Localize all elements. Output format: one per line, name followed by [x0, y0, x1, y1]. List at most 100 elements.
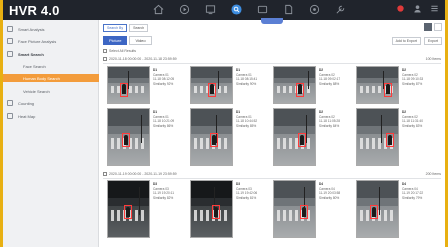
result-card[interactable]: D4 Camera 04 11-19 20:03:58 Similarity 80%	[273, 180, 346, 238]
detection-box	[296, 83, 304, 97]
result-thumbnail[interactable]	[190, 108, 233, 166]
search-chip[interactable]: Search	[129, 24, 149, 32]
detection-box	[208, 83, 216, 97]
detection-box	[370, 205, 378, 219]
list-view-button[interactable]	[434, 23, 442, 31]
search-toolbar: Search By Search	[103, 24, 149, 32]
sidebar-item-human-body-search[interactable]: Human Body Search	[3, 74, 99, 82]
home-icon[interactable]	[153, 4, 164, 15]
result-card[interactable]: D1 Camera 01 11-18 10:21:09 Similarity 86%	[107, 108, 180, 166]
grid-view-button[interactable]	[424, 23, 432, 31]
result-time: 11-18 10:21:09	[153, 119, 175, 123]
result-score: Similarity 82%	[153, 195, 174, 200]
result-score: Similarity 88%	[319, 81, 340, 86]
result-meta: D2 Camera 02 11-18 11:05:28 Similarity 84%	[319, 110, 340, 128]
result-thumbnail[interactable]	[273, 108, 316, 166]
sidebar-item-label: Face Search	[23, 63, 46, 69]
maintenance-icon[interactable]	[335, 4, 346, 15]
app-window: HVR 4.0 Smart Analysis Face Picture Anal…	[3, 0, 445, 247]
result-card[interactable]: D3 Camera 03 11-19 19:20:11 Similarity 82%	[107, 180, 180, 238]
storage-icon[interactable]	[257, 4, 268, 15]
analysis-icon	[7, 26, 13, 32]
top-bar: HVR 4.0	[3, 0, 445, 24]
detection-box	[386, 133, 394, 147]
result-score: Similarity 80%	[319, 195, 340, 200]
group-header-2[interactable]: 2020-11-19 00:00:00 - 2020-11-19 23:59:5…	[103, 172, 177, 177]
result-time: 11-19 20:03:58	[319, 191, 341, 195]
select-all-checkbox[interactable]: Select All Results	[103, 49, 137, 54]
sidebar-item-smart-analysis[interactable]: Smart Analysis	[3, 25, 99, 33]
result-thumbnail[interactable]	[356, 108, 399, 166]
pole	[381, 114, 382, 143]
sidebar-item-face-search[interactable]: Face Search	[3, 62, 99, 70]
group-count-1: 100 Items	[425, 57, 441, 61]
sidebar-item-counting[interactable]: Counting	[3, 99, 99, 107]
search-by-chip[interactable]: Search By	[103, 24, 128, 32]
add-to-export-button[interactable]: Add to Export	[391, 37, 421, 45]
export-button[interactable]: Export	[423, 37, 442, 45]
result-card[interactable]: D3 Camera 03 11-19 19:42:06 Similarity 81%	[190, 180, 263, 238]
face-icon	[7, 38, 13, 44]
result-score: Similarity 92%	[153, 81, 174, 86]
file-icon[interactable]	[283, 4, 294, 15]
result-card[interactable]: D2 Camera 02 11-18 09:02:17 Similarity 88%	[273, 66, 346, 104]
playback-icon[interactable]	[179, 4, 190, 15]
background	[108, 181, 149, 198]
sidebar-item-heat-map[interactable]: Heat Map	[3, 112, 99, 120]
sidebar-group-smart-search[interactable]: Smart Search	[3, 50, 99, 58]
pole	[218, 70, 219, 89]
select-all-label: Select All Results	[109, 49, 137, 53]
tab-picture[interactable]: Picture	[103, 36, 128, 45]
result-time: 11-18 11:05:28	[319, 119, 340, 123]
search-folder-icon	[7, 51, 13, 57]
top-right-icons	[396, 4, 439, 13]
sidebar-item-label: Vehicle Search	[23, 88, 50, 94]
detection-box	[212, 205, 220, 219]
result-thumbnail[interactable]	[273, 180, 316, 238]
sidebar-item-label: Smart Analysis	[18, 26, 45, 32]
user-icon[interactable]	[413, 4, 422, 13]
background	[274, 181, 315, 198]
background	[274, 109, 315, 126]
tab-video[interactable]: Video	[129, 36, 152, 45]
result-time: 11-18 09:10:33	[402, 77, 424, 81]
result-actions: Add to Export Export	[391, 37, 442, 45]
result-meta: D2 Camera 02 11-18 09:10:33 Similarity 87%	[402, 68, 423, 86]
result-card[interactable]: D2 Camera 02 11-18 11:31:40 Similarity 83%	[356, 108, 429, 166]
alarm-icon[interactable]	[396, 4, 405, 13]
sidebar-item-vehicle-search[interactable]: Vehicle Search	[3, 87, 99, 95]
result-meta: D3 Camera 03 11-19 19:42:06 Similarity 81%	[236, 182, 257, 200]
monitor-icon[interactable]	[205, 4, 216, 15]
result-card[interactable]: D1 Camera 01 11-18 08:15:41 Similarity 90%	[190, 66, 263, 104]
result-thumbnail[interactable]	[356, 180, 399, 238]
background	[357, 181, 398, 198]
group-header-label: 2020-11-18 00:00:00 - 2020-11-18 23:59:5…	[109, 57, 177, 61]
search-icon[interactable]	[231, 4, 242, 15]
group-header-1[interactable]: 2020-11-18 00:00:00 - 2020-11-18 23:59:5…	[103, 57, 177, 62]
result-card[interactable]: D2 Camera 02 11-18 09:10:33 Similarity 87%	[356, 66, 429, 104]
result-card[interactable]: D1 Camera 01 11-18 10:44:52 Similarity 85%	[190, 108, 263, 166]
settings-icon[interactable]	[309, 4, 320, 15]
pole	[141, 114, 142, 143]
result-card[interactable]: D1 Camera 01 11-18 08:12:05 Similarity 92%	[107, 66, 180, 104]
result-thumbnail[interactable]	[190, 66, 233, 104]
result-card[interactable]: D4 Camera 04 11-19 20:17:22 Similarity 79%	[356, 180, 429, 238]
result-meta: D3 Camera 03 11-19 19:20:11 Similarity 82%	[153, 182, 174, 200]
result-time: 11-19 20:17:22	[402, 191, 424, 195]
sidebar-item-face-picture-analysis[interactable]: Face Picture Analysis	[3, 37, 99, 45]
menu-icon[interactable]	[430, 4, 439, 13]
result-thumbnail[interactable]	[107, 66, 150, 104]
result-meta: D4 Camera 04 11-19 20:17:22 Similarity 79%	[402, 182, 423, 200]
result-thumbnail[interactable]	[107, 108, 150, 166]
result-thumbnail[interactable]	[273, 66, 316, 104]
result-thumbnail[interactable]	[356, 66, 399, 104]
result-thumbnail[interactable]	[107, 180, 150, 238]
detection-box	[298, 133, 306, 147]
result-tabs: Picture Video	[103, 36, 152, 45]
result-score: Similarity 87%	[402, 81, 423, 86]
background	[191, 181, 232, 198]
result-thumbnail[interactable]	[190, 180, 233, 238]
group-header-label: 2020-11-19 00:00:00 - 2020-11-19 23:59:5…	[109, 172, 177, 176]
sidebar: Smart Analysis Face Picture Analysis Sma…	[3, 20, 99, 247]
result-card[interactable]: D2 Camera 02 11-18 11:05:28 Similarity 84%	[273, 108, 346, 166]
